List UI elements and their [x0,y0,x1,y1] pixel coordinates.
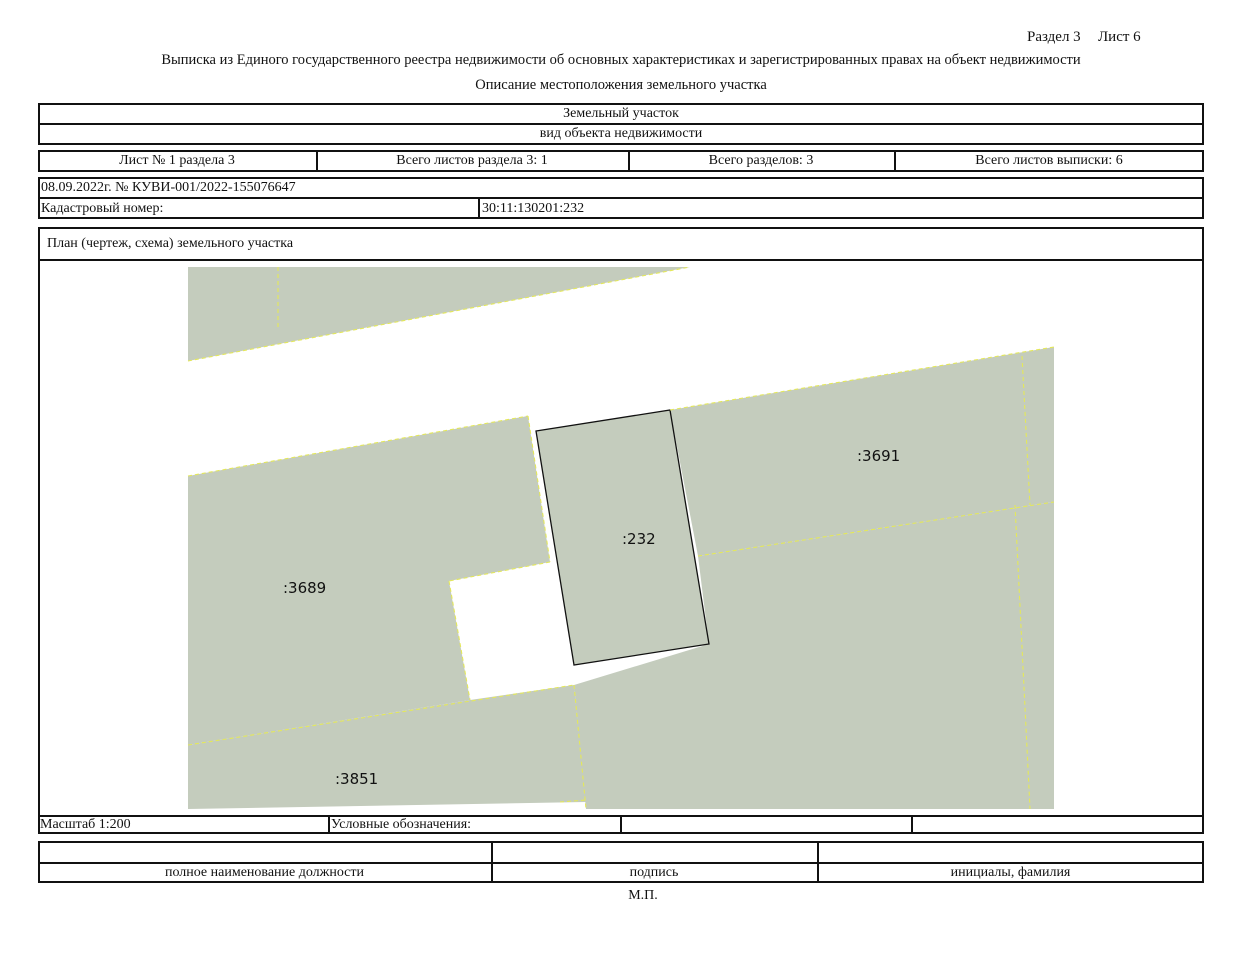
cadastral-value: 30:11:130201:232 [482,201,585,216]
scale-divider-2 [620,815,622,834]
document-title: Выписка из Единого государственного реес… [161,52,1081,68]
label-parcel-3851: :3851 [335,770,378,788]
sheet-of-section: Лист № 1 раздела 3 [119,153,235,168]
label-parcel-3689: :3689 [283,579,326,597]
object-type-value: Земельный участок [563,106,679,121]
parcel-map: :232 :3691 :3689 :3851 [187,266,1055,810]
signature-divider [38,862,1204,864]
object-type-divider [38,123,1204,125]
cadastral-divider [478,197,480,219]
scale-label: Масштаб 1:200 [40,817,131,832]
cadastral-label: Кадастровый номер: [41,201,164,216]
scale-divider-3 [911,815,913,834]
document-info-divider [38,197,1204,199]
signature-caption: подпись [629,865,679,880]
initials-caption: инициалы, фамилия [950,865,1071,880]
label-parcel-3691: :3691 [857,447,900,465]
position-caption: полное наименование должности [164,865,365,880]
total-sheets-section: Всего листов раздела 3: 1 [396,153,548,168]
stamp-label: М.П. [628,888,658,903]
plan-heading: План (чертеж, схема) земельного участка [47,236,294,251]
parcel-3689-shape [188,416,550,745]
total-sheets-extract: Всего листов выписки: 6 [975,153,1123,168]
section-label: Раздел 3 [1027,29,1081,45]
label-parcel-232: :232 [622,530,656,548]
document-subtitle: Описание местоположения земельного участ… [475,77,767,93]
legend-label: Условные обозначения: [331,817,472,832]
date-number: 08.09.2022г. № КУВИ-001/2022-155076647 [41,180,296,195]
parcel-fills [188,267,1054,809]
scale-divider-1 [328,815,330,834]
total-sections: Всего разделов: 3 [708,153,814,168]
object-type-caption: вид объекта недвижимости [539,126,703,141]
sheet-label: Лист 6 [1098,29,1141,45]
